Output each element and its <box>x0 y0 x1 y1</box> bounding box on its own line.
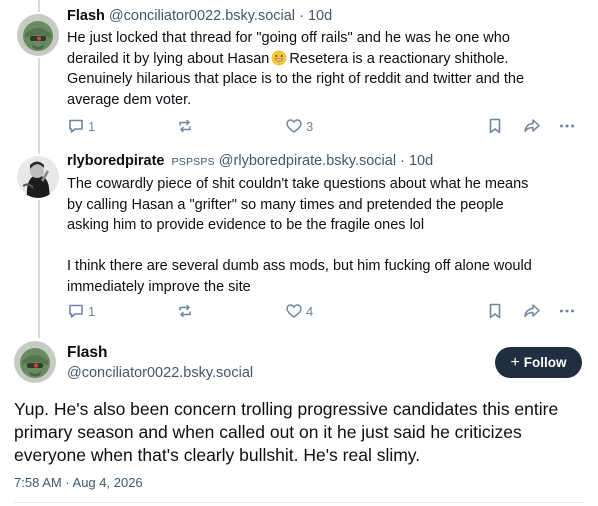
repost-icon <box>179 304 191 318</box>
author-name[interactable]: rlyboredpirate <box>67 153 165 169</box>
author-handle[interactable]: @conciliator0022.bsky.social <box>67 365 253 381</box>
avatar[interactable] <box>17 156 59 198</box>
avatar[interactable] <box>17 14 59 56</box>
post-text-line: primary season and when called out on it… <box>14 422 522 442</box>
post-text-line: Genuinely hilarious that place is to the… <box>67 71 525 87</box>
more-options-button[interactable] <box>558 302 576 320</box>
post-text-line: I think there are several dumb ass mods,… <box>67 258 532 274</box>
like-count: 4 <box>306 303 314 319</box>
avatar-zaku <box>14 341 56 383</box>
avatar-bw <box>17 156 59 198</box>
author-handle[interactable]: @conciliator0022.bsky.social <box>109 8 295 24</box>
post-text: He just locked that thread for "going of… <box>67 28 524 110</box>
share-button[interactable] <box>522 117 542 135</box>
focused-post-text: Yup. He's also been concern trolling pro… <box>14 398 558 467</box>
post-timestamp[interactable]: 7:58 AM · Aug 4, 2026 <box>14 475 143 490</box>
thread-post-2[interactable]: rlyboredpirate PSPSPS @rlyboredpirate.bs… <box>0 148 598 338</box>
author-flair: PSPSPS <box>171 156 215 168</box>
like-button[interactable]: 4 <box>285 302 313 320</box>
follow-label: Follow <box>523 355 567 370</box>
reply-count: 1 <box>88 303 96 319</box>
reply-icon <box>69 304 83 318</box>
reply-icon <box>69 119 83 133</box>
post-actions: 1 4 <box>67 302 582 324</box>
like-count: 3 <box>306 118 314 134</box>
author-name[interactable]: Flash <box>67 344 107 362</box>
follow-button[interactable]: + Follow <box>495 347 582 378</box>
post-text-line: derailed it by lying about Hasan Resetera… <box>67 50 509 67</box>
bookmark-button[interactable] <box>486 302 504 320</box>
reply-button[interactable]: 1 <box>67 302 95 320</box>
post-text-line: everyone when that's clearly bullshit. H… <box>14 445 421 465</box>
more-icon <box>560 309 574 313</box>
share-button[interactable] <box>522 302 542 320</box>
avatar-zaku <box>17 14 59 56</box>
post-age[interactable]: 10d <box>409 153 433 169</box>
bookmark-icon <box>489 303 501 319</box>
post-text-line: asking him to provide evidence to be the… <box>67 217 425 233</box>
like-button[interactable]: 3 <box>285 117 313 135</box>
author-name[interactable]: Flash <box>67 8 105 24</box>
post-text: The cowardly piece of shit couldn't take… <box>67 174 532 297</box>
thread-post-1[interactable]: Flash @conciliator0022.bsky.social · 10d… <box>0 0 598 148</box>
post-text-line: The cowardly piece of shit couldn't take… <box>67 176 529 192</box>
author-handle[interactable]: @rlyboredpirate.bsky.social <box>219 153 396 169</box>
avatar[interactable] <box>14 341 56 383</box>
reply-button[interactable]: 1 <box>67 117 95 135</box>
bookmark-button[interactable] <box>486 117 504 135</box>
repost-icon <box>179 119 191 133</box>
post-actions: 1 3 <box>67 117 582 139</box>
share-icon <box>524 304 540 318</box>
post-text-line: Yup. He's also been concern trolling pro… <box>14 399 559 419</box>
plus-icon: + <box>510 353 520 371</box>
grinning-emoji-icon <box>271 50 287 65</box>
post-text-line: immediately improve the site <box>67 278 251 295</box>
more-options-button[interactable] <box>558 117 576 135</box>
like-icon <box>286 304 302 318</box>
post-text-line: by calling Hasan a "grifter" so many tim… <box>67 196 504 213</box>
separator-dot: · <box>299 8 304 24</box>
reply-count: 1 <box>88 118 96 134</box>
repost-button[interactable] <box>176 117 194 135</box>
like-icon <box>286 119 302 133</box>
bookmark-icon <box>489 118 501 134</box>
more-icon <box>560 124 574 128</box>
separator-dot: · <box>400 153 405 169</box>
post-age[interactable]: 10d <box>308 8 332 24</box>
divider <box>14 502 584 503</box>
post-text-line: average dem voter. <box>67 91 192 108</box>
share-icon <box>524 119 540 133</box>
repost-button[interactable] <box>176 302 194 320</box>
post-text-line: He just locked that thread for "going of… <box>67 30 510 46</box>
